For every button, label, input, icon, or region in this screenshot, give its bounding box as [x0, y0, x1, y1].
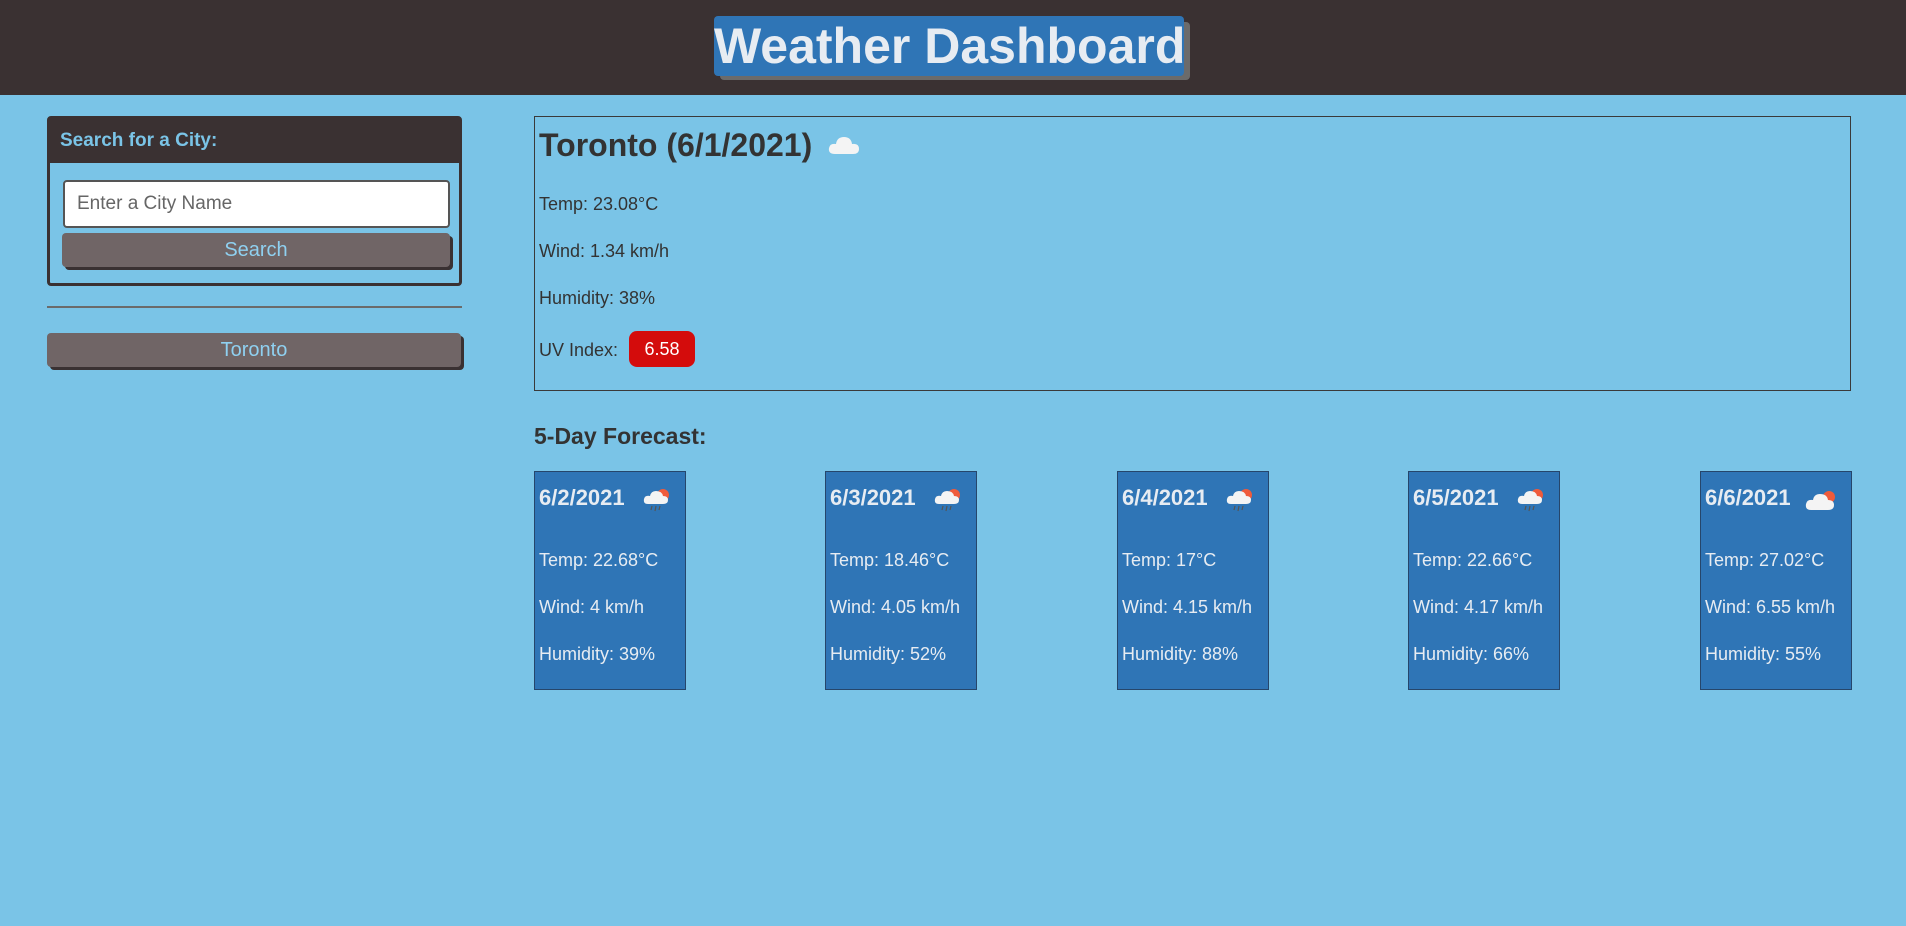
forecast-date: 6/5/2021	[1413, 485, 1499, 510]
forecast-temp: Temp: 22.66°C	[1413, 550, 1533, 570]
forecast-wind: Wind: 6.55 km/h	[1705, 597, 1836, 617]
current-temp: Temp: 23.08°C	[539, 194, 659, 214]
uv-label: UV Index:	[539, 340, 619, 360]
forecast-date: 6/4/2021	[1122, 485, 1208, 510]
forecast-wind: Wind: 4 km/h	[539, 597, 645, 617]
current-city-title: Toronto (6/1/2021)	[539, 127, 813, 163]
current-humidity: Humidity: 38%	[539, 288, 656, 308]
rain-sun-icon	[643, 486, 673, 519]
forecast-card: 6/4/2021 Temp: 17°C Wind: 4.15 km/h Humi…	[1117, 471, 1269, 690]
forecast-humidity: Humidity: 88%	[1122, 644, 1239, 664]
forecast-temp: Temp: 18.46°C	[830, 550, 950, 570]
rain-sun-icon	[1226, 486, 1256, 519]
search-button[interactable]: Search	[62, 233, 450, 267]
forecast-temp: Temp: 27.02°C	[1705, 550, 1825, 570]
current-weather-panel: Toronto (6/1/2021) Temp: 23.08°C Wind: 1…	[534, 116, 1851, 391]
forecast-wind: Wind: 4.15 km/h	[1122, 597, 1253, 617]
city-search-input[interactable]	[63, 180, 450, 228]
forecast-humidity: Humidity: 66%	[1413, 644, 1530, 664]
current-wind: Wind: 1.34 km/h	[539, 241, 670, 261]
rain-sun-icon	[934, 486, 964, 519]
forecast-date: 6/6/2021	[1705, 485, 1791, 510]
forecast-title: 5-Day Forecast:	[534, 423, 707, 449]
search-card: Search for a City: Search	[47, 116, 462, 286]
forecast-card: 6/2/2021 Temp: 22.68°C Wind: 4 km/h Humi…	[534, 471, 686, 690]
forecast-date: 6/3/2021	[830, 485, 916, 510]
cloud-sun-icon	[1805, 486, 1839, 519]
history-city-button[interactable]: Toronto	[47, 333, 461, 367]
forecast-temp: Temp: 22.68°C	[539, 550, 659, 570]
forecast-humidity: Humidity: 52%	[830, 644, 947, 664]
page-title: Weather Dashboard	[714, 16, 1186, 76]
forecast-card: 6/6/2021 Temp: 27.02°C Wind: 6.55 km/h H…	[1700, 471, 1852, 690]
sidebar-divider	[47, 306, 462, 308]
header-bar: Weather Dashboard	[0, 0, 1906, 95]
forecast-humidity: Humidity: 39%	[539, 644, 656, 664]
search-heading: Search for a City:	[50, 119, 459, 163]
forecast-card: 6/5/2021 Temp: 22.66°C Wind: 4.17 km/h H…	[1408, 471, 1560, 690]
uv-index-badge: 6.58	[629, 331, 695, 367]
forecast-card: 6/3/2021 Temp: 18.46°C Wind: 4.05 km/h H…	[825, 471, 977, 690]
forecast-temp: Temp: 17°C	[1122, 550, 1217, 570]
cloud-icon	[827, 133, 861, 162]
forecast-date: 6/2/2021	[539, 485, 625, 510]
title-wrap: Weather Dashboard	[714, 16, 1190, 80]
forecast-humidity: Humidity: 55%	[1705, 644, 1822, 664]
forecast-wind: Wind: 4.05 km/h	[830, 597, 961, 617]
forecast-wind: Wind: 4.17 km/h	[1413, 597, 1544, 617]
rain-sun-icon	[1517, 486, 1547, 519]
